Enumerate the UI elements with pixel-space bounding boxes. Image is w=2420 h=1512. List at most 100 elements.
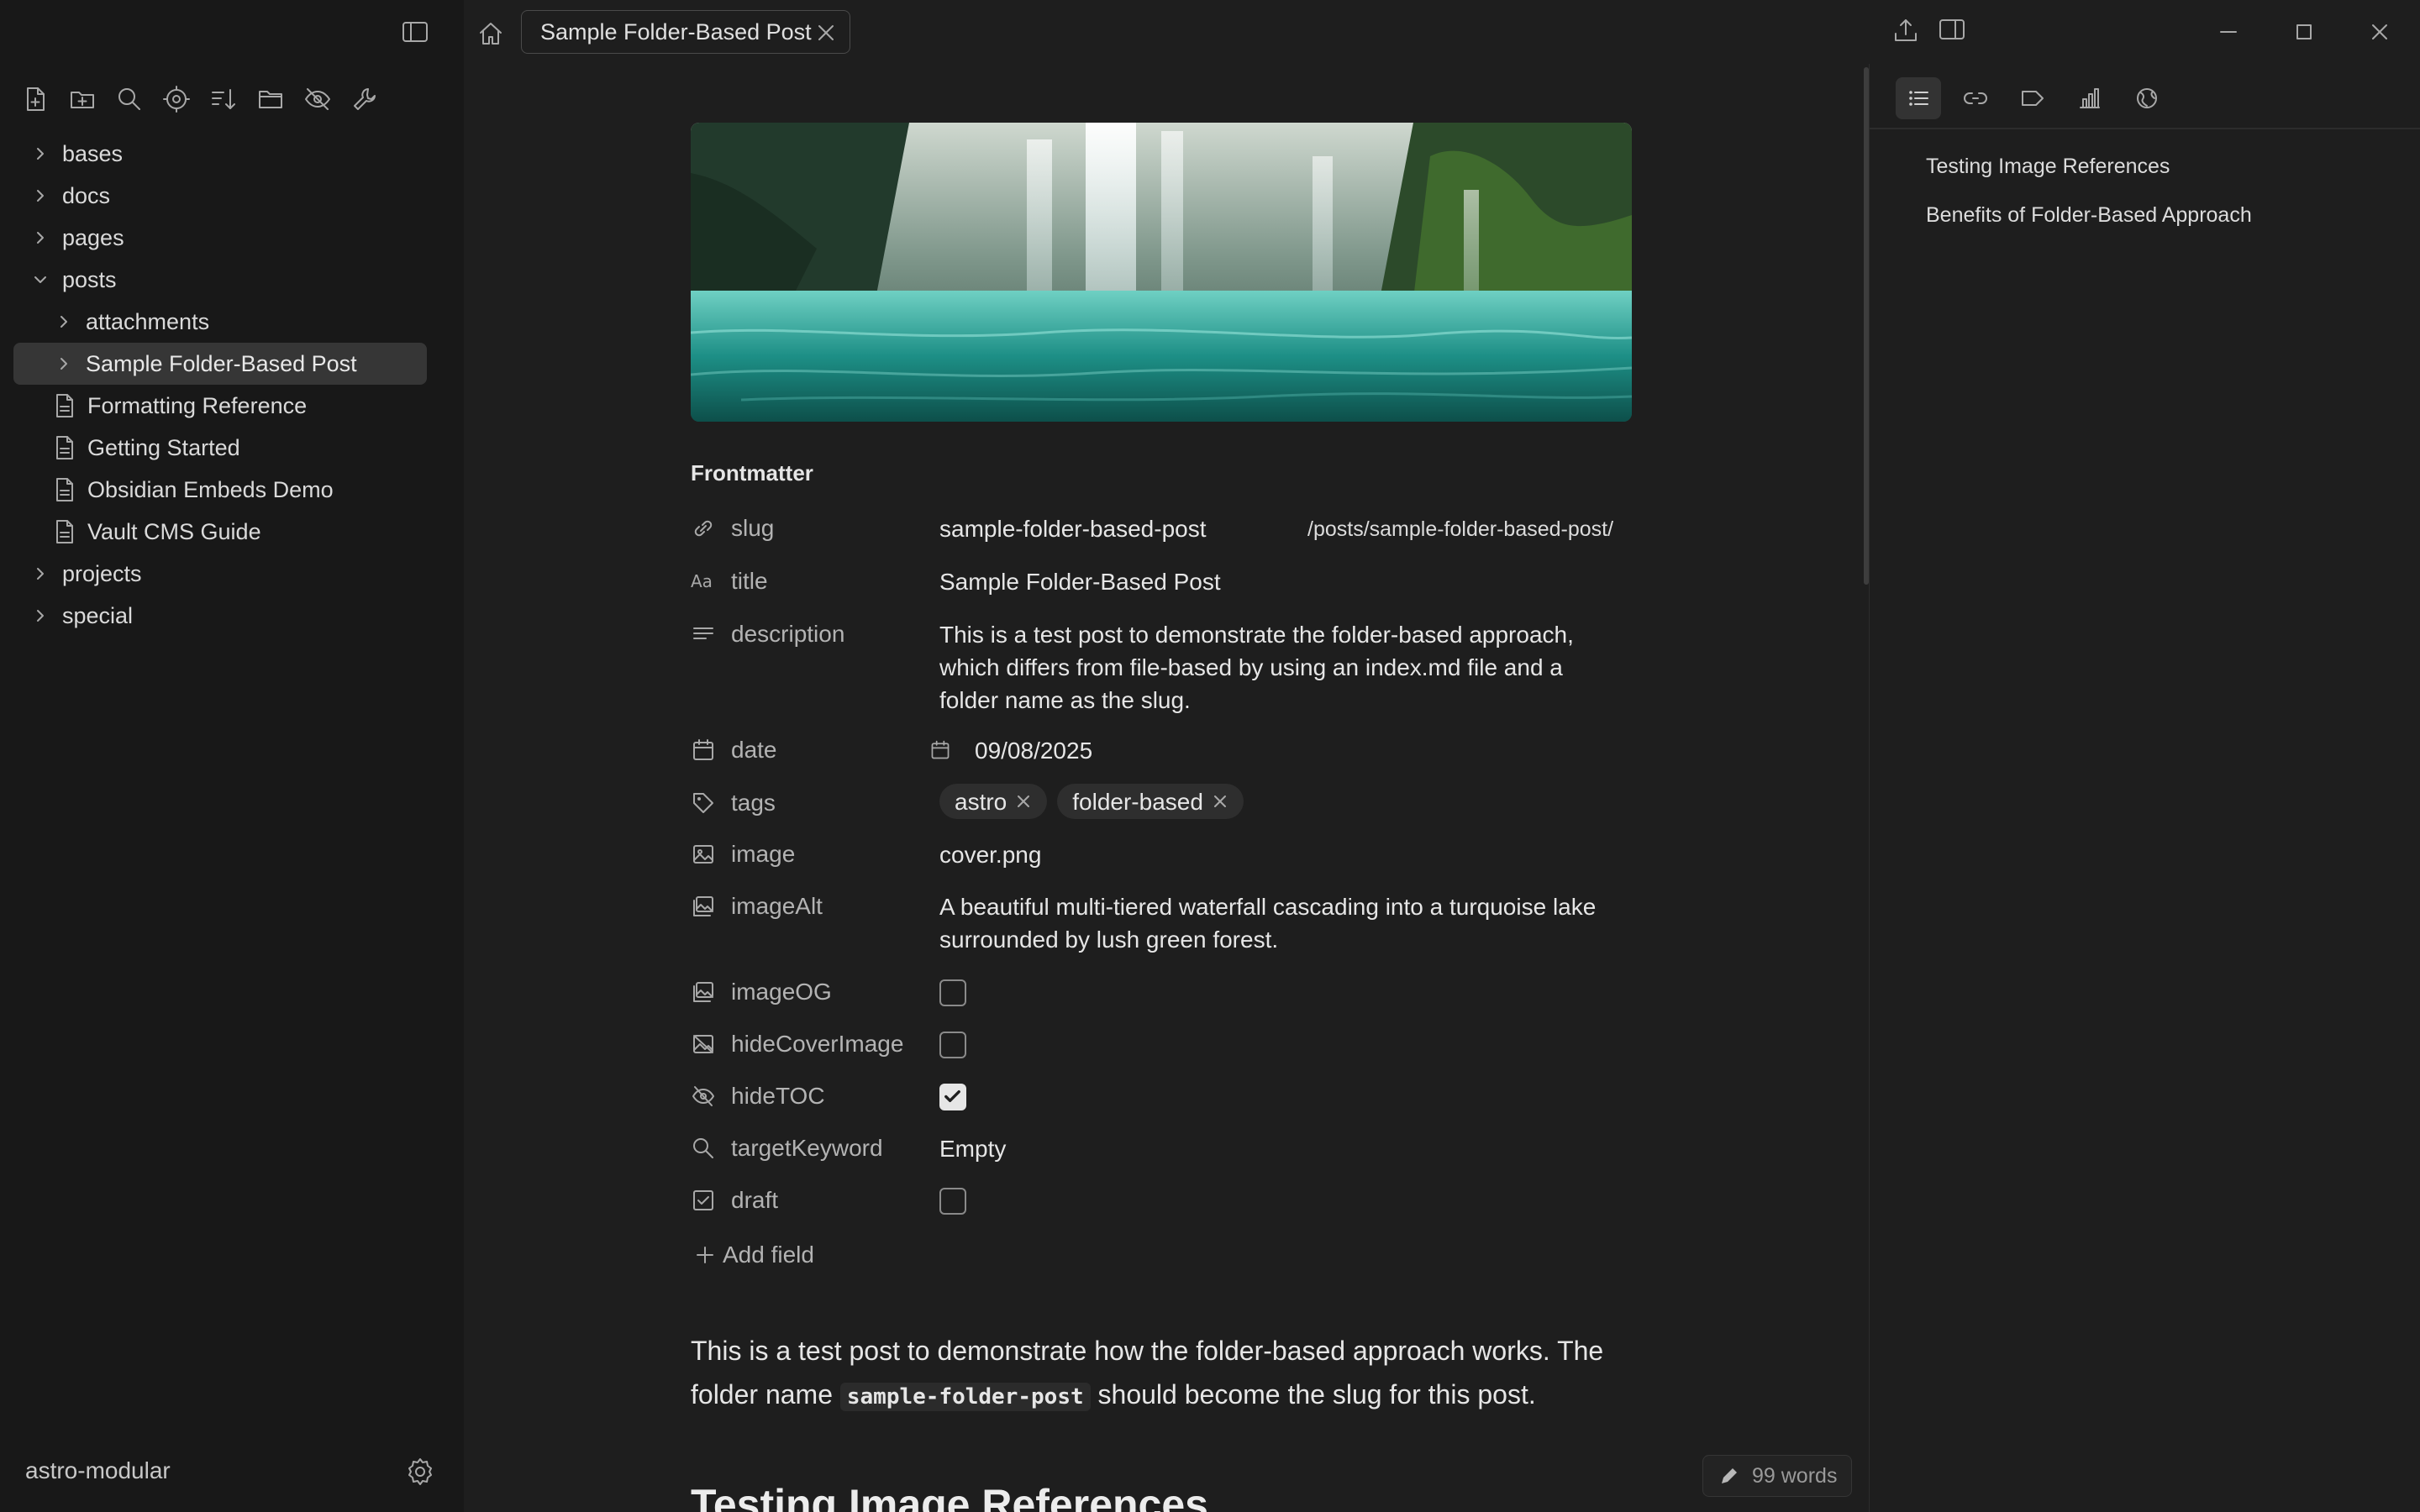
toggle-hidden-button[interactable] bbox=[302, 84, 333, 114]
share-button[interactable] bbox=[1892, 17, 1923, 47]
tag-pill[interactable]: astro bbox=[939, 784, 1048, 819]
close-icon bbox=[2372, 24, 2387, 39]
tree-item-label: projects bbox=[62, 560, 142, 586]
collapse-folders-button[interactable] bbox=[255, 84, 286, 114]
tree-folder-sample-folder-based-post[interactable]: Sample Folder-Based Post bbox=[13, 343, 427, 385]
property-key: hideCoverImage bbox=[731, 1031, 904, 1057]
tag-icon bbox=[693, 793, 713, 813]
window-maximize-button[interactable] bbox=[2289, 17, 2319, 47]
sort-button[interactable] bbox=[208, 84, 239, 114]
toggle-left-sidebar-button[interactable] bbox=[400, 18, 430, 45]
chevron-right-icon bbox=[29, 604, 52, 627]
tree-folder-pages[interactable]: pages bbox=[13, 217, 427, 259]
date-value[interactable]: 09/08/2025 bbox=[975, 734, 1647, 767]
tab-tags[interactable] bbox=[2010, 77, 2055, 119]
tree-file-getting-started[interactable]: Getting Started bbox=[13, 427, 427, 469]
imageog-checkbox[interactable] bbox=[939, 979, 966, 1006]
bar-chart-icon bbox=[2080, 88, 2100, 108]
property-key: hideTOC bbox=[731, 1083, 825, 1109]
tree-folder-posts[interactable]: posts bbox=[13, 259, 427, 301]
tree-item-label: docs bbox=[62, 182, 111, 208]
reveal-active-file-button[interactable] bbox=[161, 84, 192, 114]
list-icon bbox=[1909, 91, 1928, 106]
tree-item-label: bases bbox=[62, 140, 124, 166]
property-key: image bbox=[731, 841, 796, 867]
chevron-right-icon bbox=[29, 226, 52, 249]
outline-item[interactable]: Testing Image References bbox=[1926, 155, 2170, 179]
svg-text:Aa: Aa bbox=[691, 571, 713, 591]
title-value[interactable]: Sample Folder-Based Post bbox=[939, 565, 1612, 598]
sidebar-toggle-icon bbox=[402, 22, 428, 42]
word-count-status: 99 words bbox=[1702, 1455, 1852, 1497]
tab-graph[interactable] bbox=[2124, 77, 2170, 119]
text-icon: Aa bbox=[691, 571, 713, 591]
share-icon bbox=[1895, 19, 1917, 41]
property-key: imageAlt bbox=[731, 893, 823, 919]
targetkeyword-value[interactable]: Empty bbox=[939, 1132, 1612, 1165]
body-paragraph[interactable]: This is a test post to demonstrate how t… bbox=[691, 1329, 1640, 1419]
settings-button[interactable] bbox=[405, 1457, 435, 1487]
chevron-right-icon bbox=[52, 352, 76, 375]
sidebar-toggle-icon bbox=[1939, 19, 1965, 39]
maximize-icon bbox=[2296, 24, 2312, 39]
calendar-icon[interactable] bbox=[929, 739, 951, 761]
calendar-icon bbox=[693, 739, 713, 760]
new-note-button[interactable] bbox=[20, 84, 50, 114]
tab-backlinks[interactable] bbox=[1953, 77, 1998, 119]
tree-folder-projects[interactable]: projects bbox=[13, 553, 427, 595]
search-button[interactable] bbox=[114, 84, 145, 114]
hidetoc-checkbox[interactable] bbox=[939, 1084, 966, 1110]
images-icon bbox=[693, 982, 713, 1002]
settings-tool-button[interactable] bbox=[350, 84, 380, 114]
tree-folder-attachments[interactable]: attachments bbox=[13, 301, 427, 343]
tree-folder-docs[interactable]: docs bbox=[13, 175, 427, 217]
property-key: slug bbox=[731, 515, 775, 541]
close-icon[interactable] bbox=[1212, 793, 1228, 810]
property-key: description bbox=[731, 621, 845, 647]
tree-item-label: Obsidian Embeds Demo bbox=[87, 476, 334, 502]
home-button[interactable] bbox=[474, 17, 508, 50]
tree-item-label: attachments bbox=[86, 308, 210, 334]
image-value[interactable]: cover.png bbox=[939, 838, 1612, 871]
chevron-right-icon bbox=[29, 184, 52, 207]
tree-folder-bases[interactable]: bases bbox=[13, 133, 427, 175]
tree-item-label: pages bbox=[62, 224, 124, 250]
hidecoverimage-checkbox[interactable] bbox=[939, 1032, 966, 1058]
tag-pill[interactable]: folder-based bbox=[1057, 784, 1244, 819]
tab-stats[interactable] bbox=[2067, 77, 2112, 119]
document-icon bbox=[56, 394, 73, 417]
close-icon[interactable] bbox=[816, 23, 836, 43]
tree-item-label: special bbox=[62, 602, 134, 628]
tab-sample-folder-based-post[interactable]: Sample Folder-Based Post bbox=[521, 10, 850, 54]
window-minimize-button[interactable] bbox=[2213, 17, 2244, 47]
vault-switcher[interactable]: astro-modular bbox=[25, 1457, 171, 1484]
tab-outline[interactable] bbox=[1896, 77, 1941, 119]
toggle-right-sidebar-button[interactable] bbox=[1938, 17, 1970, 47]
description-value[interactable]: This is a test post to demonstrate the f… bbox=[939, 618, 1612, 717]
tree-file-formatting-reference[interactable]: Formatting Reference bbox=[13, 385, 427, 427]
image-off-icon bbox=[693, 1035, 713, 1053]
plus-icon bbox=[697, 1247, 713, 1263]
new-note-icon bbox=[27, 87, 45, 111]
tree-folder-special[interactable]: special bbox=[13, 595, 427, 637]
link-icon bbox=[694, 520, 713, 537]
outline-item[interactable]: Benefits of Folder-Based Approach bbox=[1926, 203, 2252, 228]
tree-file-obsidian-embeds-demo[interactable]: Obsidian Embeds Demo bbox=[13, 469, 427, 511]
chevron-right-icon bbox=[52, 310, 76, 333]
section-heading[interactable]: Testing Image References bbox=[691, 1480, 1208, 1512]
new-folder-button[interactable] bbox=[67, 84, 97, 114]
target-icon bbox=[163, 86, 190, 113]
tree-file-vault-cms-guide[interactable]: Vault CMS Guide bbox=[13, 511, 427, 553]
close-icon[interactable] bbox=[1015, 793, 1032, 810]
new-folder-icon bbox=[71, 92, 94, 108]
add-field-button[interactable]: Add field bbox=[694, 1242, 814, 1268]
chevron-right-icon bbox=[29, 142, 52, 165]
globe-icon bbox=[2137, 88, 2157, 108]
imagealt-value[interactable]: A beautiful multi-tiered waterfall casca… bbox=[939, 890, 1612, 956]
window-close-button[interactable] bbox=[2365, 17, 2395, 47]
right-sidebar-tabs bbox=[1896, 77, 2170, 119]
wrench-icon bbox=[354, 88, 376, 110]
draft-checkbox[interactable] bbox=[939, 1188, 966, 1215]
search-icon bbox=[693, 1138, 713, 1158]
document-icon bbox=[56, 520, 73, 543]
